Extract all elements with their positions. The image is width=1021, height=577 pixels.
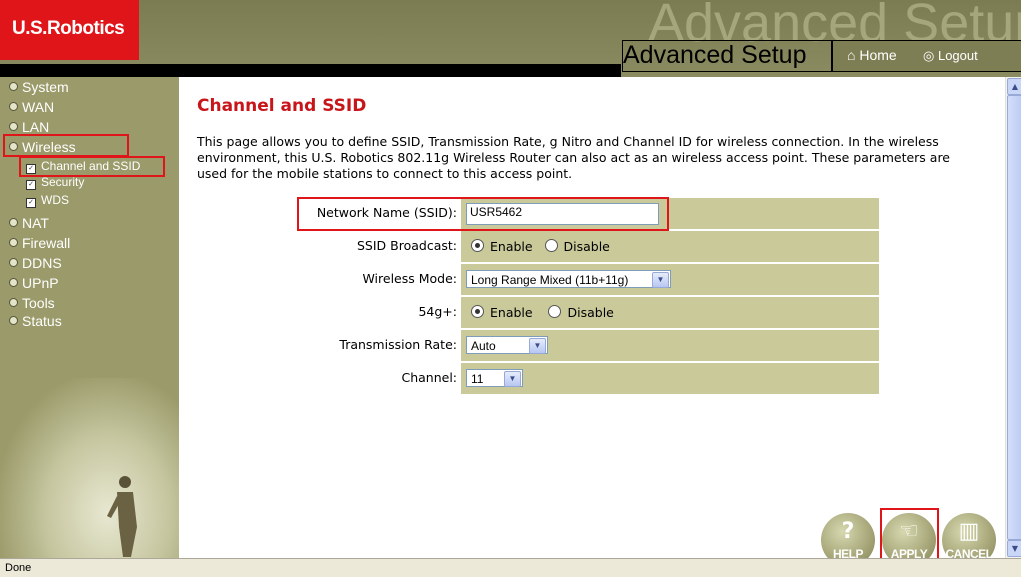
sidebar-subitem-label: WDS (41, 193, 69, 207)
mode-field-cell: Long Range Mixed (11b+11g) ▼ (461, 264, 879, 295)
channel-select[interactable]: 11 ▼ (466, 369, 523, 387)
g54-radio-group: Enable Disable (471, 305, 614, 320)
sidebar-item-system[interactable]: System (9, 78, 69, 96)
sidebar-item-tools[interactable]: Tools (9, 294, 55, 312)
sidebar-decorative-art (0, 378, 179, 558)
broadcast-disable-label: Disable (563, 239, 610, 254)
sidebar-item-ddns[interactable]: DDNS (9, 254, 62, 272)
sidebar-item-label: Tools (22, 295, 55, 311)
sidebar-item-label: NAT (22, 215, 49, 231)
wireless-mode-select[interactable]: Long Range Mixed (11b+11g) ▼ (466, 270, 671, 288)
form-row-rate: Transmission Rate: Auto ▼ (339, 330, 879, 361)
broadcast-radio-group: Enable Disable (471, 239, 610, 254)
logout-link[interactable]: ◎ Logout (923, 48, 978, 64)
header-banner: Advanced Setup U.S.Robotics Advanced Set… (0, 0, 1021, 77)
g54-disable-label: Disable (567, 305, 614, 320)
bullet-icon (9, 82, 18, 91)
trash-icon: ▥ (958, 519, 980, 544)
sidebar-item-firewall[interactable]: Firewall (9, 234, 70, 252)
bullet-icon (9, 316, 18, 325)
g54-field-cell: Enable Disable (461, 297, 879, 328)
logo-text: U.S.Robotics (12, 18, 125, 39)
sidebar-item-upnp[interactable]: UPnP (9, 274, 59, 292)
sidebar-item-label: UPnP (22, 275, 59, 291)
scroll-thumb[interactable] (1007, 95, 1021, 540)
sidebar-item-label: WAN (22, 99, 55, 115)
broadcast-enable-radio[interactable] (471, 239, 484, 252)
checkbox-icon: ✓ (26, 180, 36, 190)
sidebar: System WAN LAN Wireless ✓ Channel and SSI… (0, 77, 179, 558)
sidebar-subitem-wds[interactable]: ✓ WDS (26, 192, 69, 208)
transmission-rate-value: Auto (471, 339, 496, 353)
vertical-scrollbar[interactable]: ▲ ▼ (1005, 77, 1021, 558)
form-row-broadcast: SSID Broadcast: Enable Disable (357, 231, 879, 262)
chevron-down-icon: ▼ (652, 272, 669, 288)
broadcast-field-cell: Enable Disable (461, 231, 879, 262)
form-row-channel: Channel: 11 ▼ (401, 363, 879, 394)
person-figure-icon (107, 476, 137, 557)
main-content: Channel and SSID This page allows you to… (179, 77, 1005, 567)
sidebar-item-label: LAN (22, 119, 50, 135)
g54-enable-radio[interactable] (471, 305, 484, 318)
question-icon: ? (841, 519, 855, 544)
home-link[interactable]: ⌂ Home (847, 47, 897, 63)
bullet-icon (9, 102, 18, 111)
usrobotics-logo: U.S.Robotics (0, 0, 139, 60)
wireless-mode-value: Long Range Mixed (11b+11g) (471, 273, 629, 287)
channel-label: Channel: (401, 370, 457, 385)
bullet-icon (9, 238, 18, 247)
highlight-box-wireless (3, 134, 129, 157)
transmission-rate-select[interactable]: Auto ▼ (466, 336, 548, 354)
mode-label: Wireless Mode: (362, 271, 457, 286)
status-text: Done (5, 562, 32, 574)
logout-icon: ◎ (923, 48, 935, 63)
form-row-mode: Wireless Mode: Long Range Mixed (11b+11g… (362, 264, 879, 295)
form-row-54g: 54g+: Enable Disable (418, 297, 879, 328)
bullet-icon (9, 218, 18, 227)
g54-disable-radio[interactable] (548, 305, 562, 318)
sidebar-item-nat[interactable]: NAT (9, 214, 49, 232)
sidebar-subitem-security[interactable]: ✓ Security (26, 174, 84, 190)
page-title: Channel and SSID (197, 96, 367, 116)
chevron-down-icon: ▼ (529, 338, 546, 354)
channel-value: 11 (471, 372, 484, 386)
scroll-up-icon[interactable]: ▲ (1007, 78, 1021, 95)
sidebar-item-status[interactable]: Status (9, 312, 62, 330)
bullet-icon (9, 298, 18, 307)
g54-enable-label: Enable (490, 305, 533, 320)
rate-field-cell: Auto ▼ (461, 330, 879, 361)
sidebar-item-label: Firewall (22, 235, 71, 251)
bullet-icon (9, 258, 18, 267)
header-divider-bar (0, 64, 621, 77)
home-icon: ⌂ (847, 47, 856, 63)
checkbox-icon: ✓ (26, 198, 36, 208)
scroll-down-icon[interactable]: ▼ (1007, 540, 1021, 557)
page-section-title: Advanced Setup (622, 40, 833, 72)
broadcast-label: SSID Broadcast: (357, 238, 457, 253)
broadcast-enable-label: Enable (490, 239, 533, 254)
channel-field-cell: 11 ▼ (461, 363, 879, 394)
home-label: Home (859, 47, 897, 63)
sidebar-item-label: Status (22, 313, 62, 329)
sidebar-subitem-label: Security (41, 175, 85, 189)
page-description: This page allows you to define SSID, Tra… (197, 134, 950, 181)
bullet-icon (9, 278, 18, 287)
rate-label: Transmission Rate: (339, 337, 457, 352)
top-nav: ⌂ Home ◎ Logout (832, 40, 1021, 72)
broadcast-disable-radio[interactable] (544, 239, 558, 252)
bullet-icon (9, 122, 18, 131)
sidebar-item-wan[interactable]: WAN (9, 98, 54, 116)
status-bar: Done (0, 558, 1021, 577)
logout-label: Logout (937, 48, 978, 63)
sidebar-item-label: System (22, 79, 69, 95)
chevron-down-icon: ▼ (504, 371, 521, 387)
highlight-box-apply (880, 508, 939, 564)
sidebar-item-label: DDNS (22, 255, 62, 271)
highlight-box-ssid (297, 197, 669, 231)
g54-label: 54g+: (418, 304, 457, 319)
